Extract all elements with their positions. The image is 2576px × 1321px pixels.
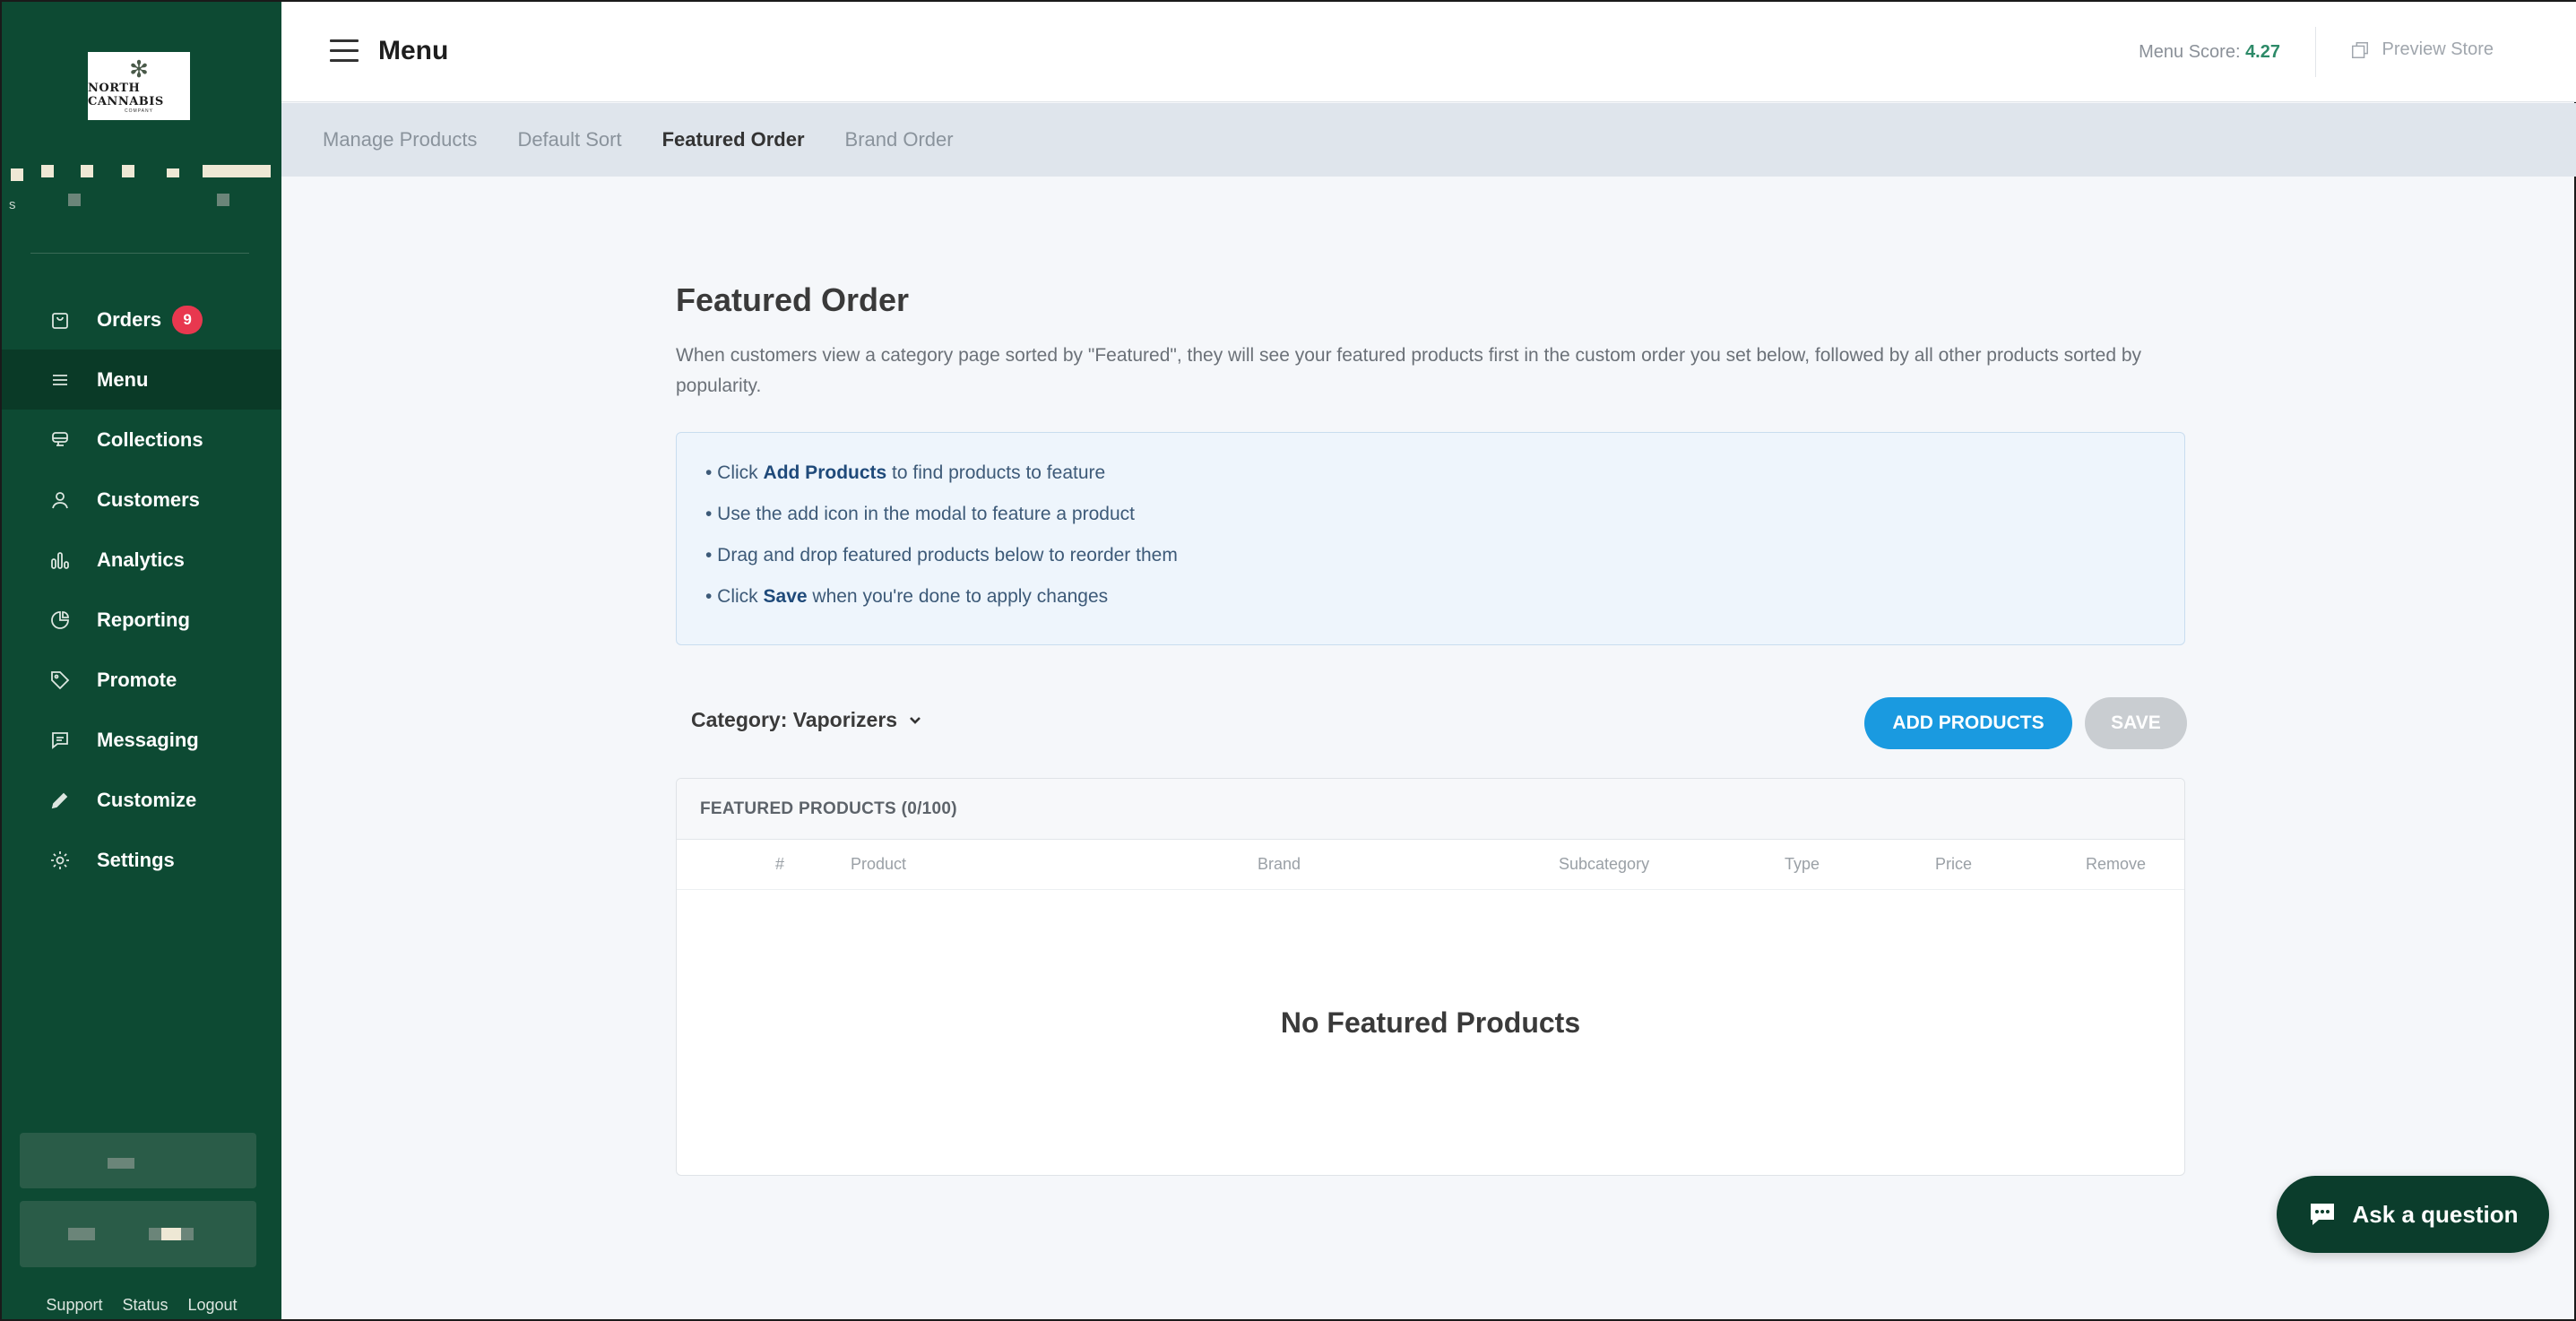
sidebar-item-label: Promote: [97, 668, 177, 691]
menu-score-label: Menu Score:: [2139, 42, 2241, 62]
chevron-down-icon: [910, 716, 921, 724]
sidebar-item-label: Reporting: [97, 608, 190, 631]
sidebar-divider: [30, 253, 249, 254]
column-header-number: #: [775, 855, 785, 873]
section-title: Featured Order: [676, 281, 910, 318]
table-heading: FEATURED PRODUCTS (0/100): [677, 779, 2184, 840]
menu-subtabs: Manage Products Default Sort Featured Or…: [281, 103, 2576, 177]
bar-chart-icon: [48, 548, 72, 572]
tab-brand-order[interactable]: Brand Order: [845, 128, 954, 151]
preview-store-label: Preview Store: [2382, 39, 2494, 59]
gear-icon: [48, 849, 72, 872]
sidebar-item-label: Settings: [97, 848, 175, 871]
chat-icon: [2310, 1204, 2334, 1225]
tab-manage-products[interactable]: Manage Products: [323, 128, 477, 151]
sidebar-item-label: Messaging: [97, 728, 199, 751]
list-icon: [48, 368, 72, 392]
sidebar-item-label: Collections: [97, 427, 203, 451]
tab-featured-order[interactable]: Featured Order: [662, 128, 805, 151]
sidebar-item-label: Orders: [97, 307, 162, 331]
cannabis-leaf-icon: ✻: [129, 56, 149, 83]
chat-bubble-icon: [48, 729, 72, 752]
sidebar-item-customers[interactable]: Customers: [2, 470, 281, 530]
logo-text: NORTH CANNABIS: [88, 82, 164, 108]
instruction-line: • Click Save when you're done to apply c…: [705, 586, 1109, 607]
sidebar-item-menu[interactable]: Menu: [2, 350, 281, 410]
pie-chart-icon: [48, 609, 72, 632]
pencil-icon: [48, 789, 72, 812]
instruction-line: • Click Add Products to find products to…: [705, 462, 1106, 483]
logo-subtext: COMPANY: [125, 108, 153, 114]
section-description: When customers view a category page sort…: [676, 345, 2142, 396]
sidebar-item-messaging[interactable]: Messaging: [2, 710, 281, 770]
person-icon: [48, 488, 72, 512]
main-content: Featured Order When customers view a cat…: [676, 271, 2187, 1176]
category-dropdown-label: Category: Vaporizers: [691, 708, 898, 731]
redacted-user-account[interactable]: [20, 1201, 256, 1267]
preview-store-button[interactable]: Preview Store: [2350, 39, 2494, 60]
ask-question-chat-button[interactable]: Ask a question: [2277, 1176, 2549, 1253]
page-heading: Menu: [378, 36, 449, 65]
sidebar-item-orders[interactable]: Orders 9: [2, 289, 281, 350]
sidebar: ✻ NORTH CANNABIS COMPANY s Orders 9 Menu: [2, 2, 281, 1319]
sidebar-item-label: Customers: [97, 488, 200, 511]
sidebar-item-settings[interactable]: Settings: [2, 830, 281, 890]
column-header-product: Product: [851, 855, 907, 873]
store-logo[interactable]: ✻ NORTH CANNABIS COMPANY: [88, 52, 190, 120]
instructions-box: • Click Add Products to find products to…: [676, 432, 2185, 645]
external-window-icon: [2351, 41, 2368, 58]
column-header-brand: Brand: [1258, 855, 1301, 873]
shopping-bag-icon: [48, 308, 72, 332]
sidebar-item-label: Customize: [97, 788, 197, 811]
add-products-button[interactable]: ADD PRODUCTS: [1864, 697, 2072, 749]
instruction-line: • Drag and drop featured products below …: [705, 545, 1178, 566]
sidebar-item-label: Menu: [97, 367, 149, 391]
tray-icon: [48, 428, 72, 452]
support-link[interactable]: Support: [46, 1296, 102, 1315]
column-header-row: # Product Brand Subcategory Type Price R…: [677, 840, 2184, 890]
hamburger-menu-icon[interactable]: [330, 39, 359, 63]
redacted-location-switcher[interactable]: [20, 1133, 256, 1188]
sidebar-item-customize[interactable]: Customize: [2, 770, 281, 830]
chat-button-label: Ask a question: [2352, 1200, 2519, 1228]
category-dropdown[interactable]: Category: Vaporizers: [691, 708, 922, 732]
column-header-type: Type: [1785, 855, 1820, 873]
sidebar-footer: Support Status Logout: [2, 1296, 281, 1315]
menu-score: Menu Score: 4.27: [2139, 42, 2280, 63]
topbar-separator: [2315, 27, 2316, 77]
logout-link[interactable]: Logout: [188, 1296, 238, 1315]
action-row: Category: Vaporizers ADD PRODUCTS SAVE: [676, 697, 2187, 749]
empty-state-message: No Featured Products: [1280, 1006, 1581, 1039]
sidebar-item-label: Analytics: [97, 548, 185, 571]
sidebar-nav: Orders 9 Menu Collections Customers Anal…: [2, 289, 281, 890]
orders-count-badge: 9: [172, 305, 203, 334]
tab-default-sort[interactable]: Default Sort: [517, 128, 621, 151]
column-header-subcategory: Subcategory: [1559, 855, 1650, 873]
sidebar-item-promote[interactable]: Promote: [2, 650, 281, 710]
featured-products-table: FEATURED PRODUCTS (0/100) # Product Bran…: [676, 778, 2185, 1176]
sidebar-item-analytics[interactable]: Analytics: [2, 530, 281, 590]
sidebar-item-collections[interactable]: Collections: [2, 410, 281, 470]
column-header-price: Price: [1935, 855, 1973, 873]
sidebar-item-reporting[interactable]: Reporting: [2, 590, 281, 650]
status-link[interactable]: Status: [122, 1296, 168, 1315]
save-button[interactable]: SAVE: [2085, 697, 2187, 749]
column-header-remove: Remove: [2086, 855, 2147, 873]
tag-icon: [48, 669, 72, 692]
instruction-line: • Use the add icon in the modal to featu…: [705, 504, 1135, 524]
top-bar: Menu Menu Score: 4.27 Preview Store: [281, 2, 2576, 102]
menu-score-value: 4.27: [2245, 42, 2280, 62]
